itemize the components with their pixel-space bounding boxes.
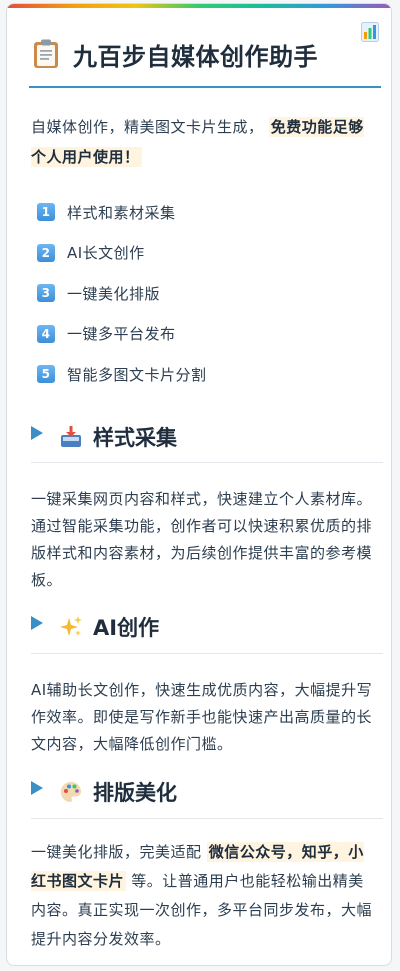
article-card: 九百步自媒体创作助手 自媒体创作，精美图文卡片生成， 免费功能足够个人用户使用！… bbox=[6, 3, 392, 966]
section-body-collect: 一键采集网页内容和样式，快速建立个人素材库。通过智能采集功能，创作者可以快速积累… bbox=[31, 490, 373, 589]
number-5-icon: 5 bbox=[37, 365, 55, 383]
triangle-bullet-icon bbox=[31, 781, 43, 795]
number-4-icon: 4 bbox=[37, 324, 55, 343]
rainbow-top-bar bbox=[7, 4, 391, 8]
triangle-bullet-icon bbox=[31, 426, 43, 440]
section-body-layout: 一键美化排版，完美适配 微信公众号，知乎，小红书图文卡片 等。让普通用户也能轻松… bbox=[31, 838, 373, 954]
list-item: 2 AI长文创作 bbox=[37, 243, 377, 263]
clipboard-icon bbox=[34, 39, 58, 68]
section-divider bbox=[31, 818, 383, 819]
feature-label: 样式和素材采集 bbox=[67, 203, 176, 222]
list-item: 1 样式和素材采集 bbox=[37, 202, 377, 222]
section-title: 样式采集 bbox=[93, 426, 177, 450]
list-item: 5 智能多图文卡片分割 bbox=[37, 364, 377, 384]
list-item: 4 一键多平台发布 bbox=[37, 324, 377, 344]
section-heading-layout: 排版美化 bbox=[31, 774, 383, 810]
triangle-bullet-icon bbox=[31, 616, 43, 630]
page-title-row: 九百步自媒体创作助手 bbox=[29, 32, 379, 76]
page-title: 九百步自媒体创作助手 bbox=[73, 42, 318, 71]
section-body-ai: AI辅助长文创作，快速生成优质内容，大幅提升写作效率。即使是写作新手也能快速产出… bbox=[31, 681, 373, 753]
layout-text-before: 一键美化排版，完美适配 bbox=[31, 843, 207, 861]
palette-icon bbox=[61, 782, 81, 802]
feature-label: 一键美化排版 bbox=[67, 284, 161, 303]
feature-list: 1 样式和素材采集 2 AI长文创作 3 一键美化排版 4 一键多平台发布 5 … bbox=[37, 202, 377, 405]
intro-paragraph: 自媒体创作，精美图文卡片生成， 免费功能足够个人用户使用！ bbox=[31, 112, 376, 172]
section-title: 排版美化 bbox=[93, 781, 177, 805]
sparkles-icon bbox=[60, 616, 82, 636]
intro-text: 自媒体创作，精美图文卡片生成， bbox=[31, 118, 264, 136]
section-heading-ai: AI创作 bbox=[31, 609, 383, 645]
inbox-tray-icon bbox=[61, 426, 81, 447]
section-divider bbox=[31, 462, 383, 463]
feature-label: AI长文创作 bbox=[67, 244, 145, 262]
title-divider bbox=[29, 86, 381, 88]
number-2-icon: 2 bbox=[37, 243, 55, 262]
number-3-icon: 3 bbox=[37, 284, 55, 302]
section-title: AI创作 bbox=[93, 616, 160, 640]
feature-label: 智能多图文卡片分割 bbox=[67, 365, 207, 384]
feature-label: 一键多平台发布 bbox=[67, 325, 176, 343]
section-divider bbox=[31, 653, 383, 654]
list-item: 3 一键美化排版 bbox=[37, 283, 377, 303]
section-heading-collect: 样式采集 bbox=[31, 419, 383, 455]
number-1-icon: 1 bbox=[37, 203, 55, 221]
